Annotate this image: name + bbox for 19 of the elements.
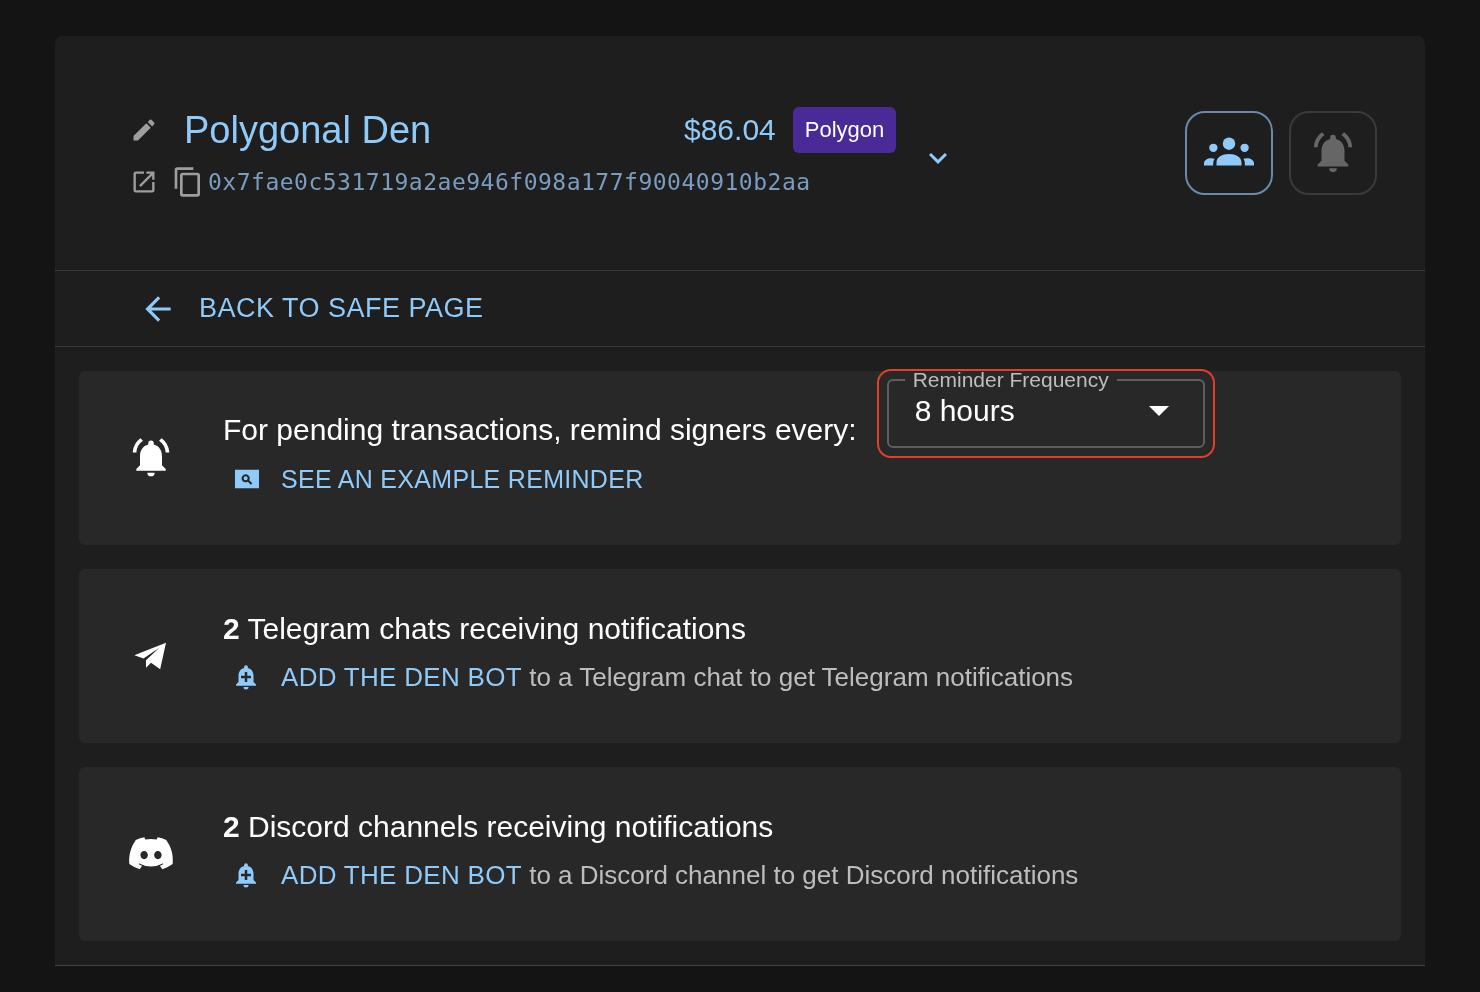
select-label: Reminder Frequency	[911, 369, 1110, 390]
wallet-address: 0x7fae0c531719a2ae946f098a177f90040910b2aa	[208, 167, 811, 197]
card-title: For pending transactions, remind signers every:	[223, 415, 857, 445]
example-reminder-link[interactable]: SEE AN EXAMPLE REMINDER	[231, 463, 857, 495]
caret-icon	[1148, 406, 1169, 416]
notifications-button[interactable]	[1289, 111, 1377, 195]
members-button[interactable]	[1185, 111, 1273, 195]
network-badge: Polygon	[792, 106, 897, 153]
back-link[interactable]: BACK TO SAFE PAGE	[139, 288, 484, 329]
card-title: 2 Telegram chats receiving notifications	[223, 614, 748, 644]
add-bot-sentence: ADD THE DEN BOT to a Discord channel to get Discord notifications	[281, 862, 1079, 888]
add-bot-link[interactable]: ADD THE DEN BOT	[281, 860, 522, 890]
add-bot-link[interactable]: ADD THE DEN BOT	[281, 662, 522, 692]
den-name: Polygonal Den	[184, 110, 433, 149]
balance: $86.04	[684, 114, 776, 145]
add-bot-sentence: ADD THE DEN BOT to a Telegram chat to get Telegram notifications	[281, 664, 1074, 690]
select-value: 8 hours	[914, 396, 1015, 426]
card-title: 2 Discord channels receiving notifications	[223, 812, 775, 842]
frequency-select[interactable]: Reminder Frequency 8 hours	[886, 369, 1205, 448]
